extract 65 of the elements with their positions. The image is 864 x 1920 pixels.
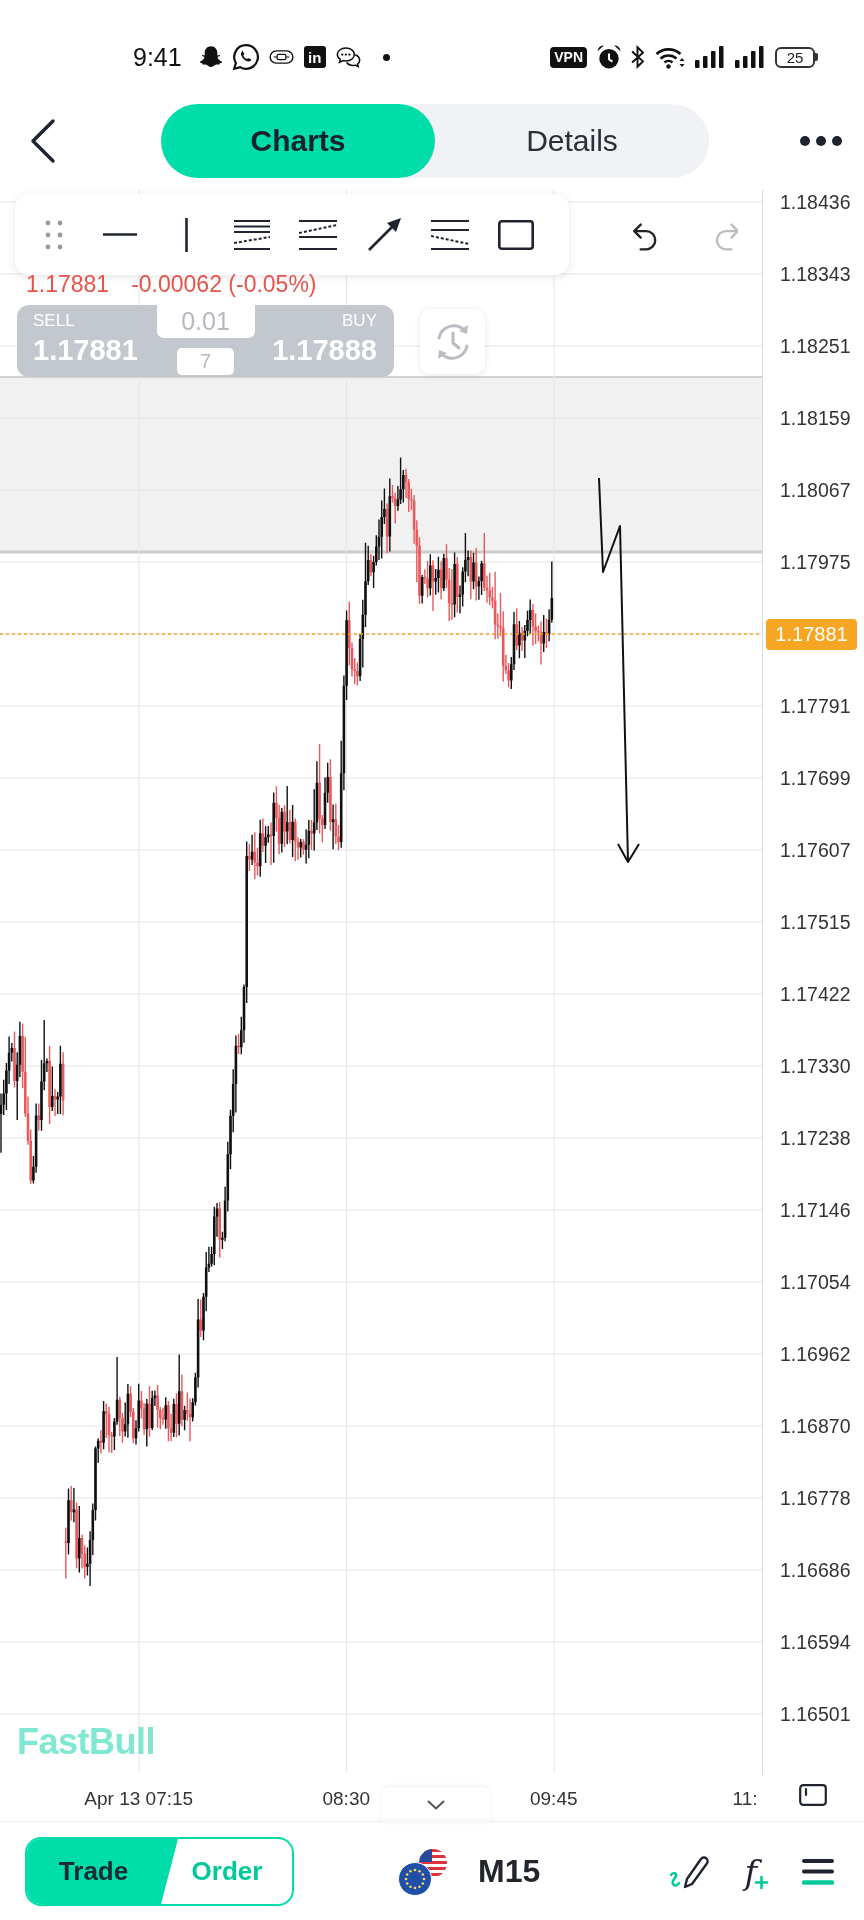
arrow-icon[interactable] [367,217,401,252]
price-axis-label: 1.17607 [779,838,851,862]
price-axis-label: 1.17422 [779,982,851,1006]
price-axis-label: 1.16594 [779,1630,851,1654]
price-axis-label: 1.17238 [779,1126,851,1150]
price-axis-label: 1.16778 [779,1486,851,1510]
price-axis-label: 1.16501 [779,1702,851,1726]
tab[interactable]: Charts [161,104,435,178]
bluetooth-icon [631,45,644,69]
battery-indicator: 25 [775,46,818,68]
diagonal-channel-icon[interactable] [299,219,337,250]
price-axis-label: 1.16870 [779,1414,851,1438]
chevron-left-icon[interactable] [30,118,56,164]
spread-value: 7 [177,348,234,375]
drag-handle-icon[interactable] [45,219,63,250]
indicator-button[interactable]: f [744,1852,768,1891]
price-axis-label: 1.17791 [779,694,851,718]
pill-icon [268,50,294,64]
price-axis-label: 1.17975 [779,550,851,574]
vertical-line-icon[interactable] [184,217,188,252]
price-axis-label: 1.17330 [779,1054,851,1078]
current-price-tag: 1.17881 [766,618,857,650]
pencil-icon[interactable] [668,1854,711,1889]
status-time: 9:41 [133,42,182,72]
time-axis-label: 09:45 [529,1788,578,1810]
price-axis-label: 1.18436 [779,190,851,214]
ghost-icon [198,45,223,69]
last-price: 1.17881 [26,270,110,298]
signal-bars-icon [735,46,765,68]
rectangle-icon[interactable] [498,219,534,250]
dot-icon [382,53,390,61]
price-axis-label: 1.18159 [779,406,851,430]
price-change: -0.00062 (-0.05%) [131,270,317,298]
parallel-lines-icon[interactable] [234,219,270,250]
collapse-handle[interactable] [382,1787,490,1823]
landscape-screen-icon[interactable] [799,1784,827,1806]
undo-icon[interactable] [632,223,658,251]
signal-bars-icon [695,46,725,68]
vpn-badge: VPN [550,46,587,68]
price-axis-label: 1.17699 [779,766,851,790]
chevron-down-icon [427,1800,445,1810]
chat-bubbles-icon [335,46,361,68]
tab[interactable]: Details [435,104,709,178]
three-dots-icon[interactable] [800,136,842,146]
price-axis-label: 1.17054 [779,1270,851,1294]
menu-icon[interactable] [802,1858,834,1885]
timeframe-button[interactable]: M15 [478,1853,541,1890]
wifi-icon [654,45,685,69]
price-axis-label: 1.17515 [779,910,851,934]
price-axis-label: 1.18343 [779,262,851,286]
price-axis-label: 1.17146 [779,1198,851,1222]
phone-bubble-icon [232,44,259,70]
flag-pair-icon [398,1847,448,1896]
price-axis-label: 1.18251 [779,334,851,358]
mode-tab[interactable]: Trade [27,1839,178,1904]
price-axis-label: 1.16962 [779,1342,851,1366]
time-axis-label: Apr 13 07:15 [84,1788,194,1810]
time-axis-label: 11: [732,1788,758,1810]
app-logo-badge: in [303,46,326,68]
price-axis-label: 1.16686 [779,1558,851,1582]
price-axis-label: 1.18067 [779,478,851,502]
dashed-lines-icon[interactable] [431,219,469,250]
alarm-clock-icon [597,45,621,69]
time-axis-label: 08:30 [322,1788,370,1810]
logo-watermark: FastBull [17,1722,155,1762]
